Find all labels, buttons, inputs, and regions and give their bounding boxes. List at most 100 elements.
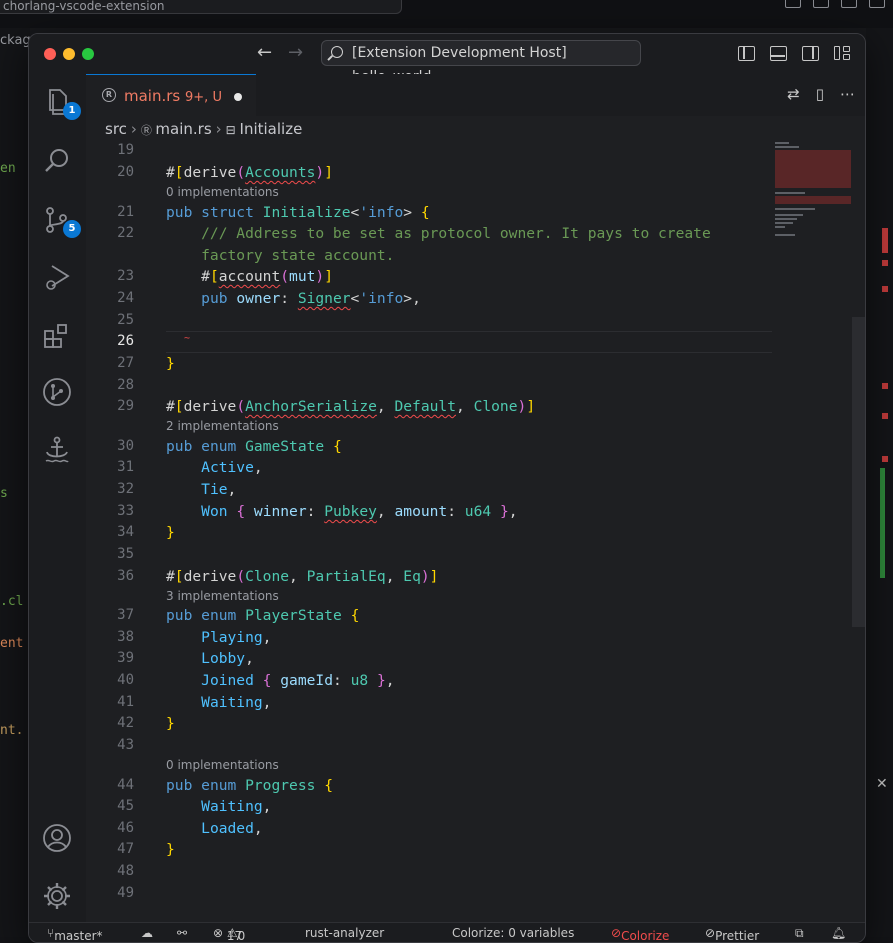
line-number: 39	[117, 650, 134, 666]
sync-icon[interactable]: ☁	[141, 926, 153, 940]
tab-main-rs[interactable]: R main.rs 9+, U	[86, 74, 256, 116]
rust-analyzer-status[interactable]: rust-analyzer	[305, 926, 384, 940]
editor-tab-bar: R main.rs 9+, U ⇄ ▯ ⋯	[86, 74, 865, 116]
close-window-button[interactable]	[44, 48, 56, 60]
git-graph-icon[interactable]	[41, 376, 73, 408]
line-number: 46	[117, 820, 134, 836]
code-line-46: Loaded,	[201, 820, 263, 837]
code-line-33: Won { winner: Pubkey, amount: u64 },	[201, 503, 518, 520]
prettier-status[interactable]: ⊘ Prettier	[705, 926, 759, 942]
line-number: 44	[117, 777, 134, 793]
vertical-scrollbar[interactable]	[852, 317, 865, 627]
codelens-implementations[interactable]: 2 implementations	[166, 419, 279, 433]
line-number: 31	[117, 459, 134, 475]
line-number: 36	[117, 568, 134, 584]
copilot-icon[interactable]: ⧉	[795, 926, 804, 941]
line-number: 21	[117, 204, 134, 220]
extensions-icon[interactable]	[41, 319, 73, 351]
code-line-30: pub enum GameState {	[166, 438, 342, 455]
line-number: 45	[117, 798, 134, 814]
codelens-implementations[interactable]: 0 implementations	[166, 185, 279, 199]
minimize-window-button[interactable]	[63, 48, 75, 60]
code-line-38: Playing,	[201, 629, 272, 646]
run-debug-icon[interactable]	[41, 261, 73, 293]
notifications-icon[interactable]: 🔔︎	[831, 926, 846, 940]
unsaved-dot-icon[interactable]	[234, 93, 242, 101]
line-number: 23	[117, 268, 134, 284]
chevron-right-icon: ›	[130, 120, 137, 138]
search-icon[interactable]	[41, 145, 73, 177]
code-line-40: Joined { gameId: u8 },	[201, 672, 395, 689]
codelens-implementations[interactable]: 3 implementations	[166, 589, 279, 603]
account-icon[interactable]	[41, 822, 73, 854]
background-fragment: nt.	[0, 723, 24, 738]
ports-icon[interactable]: ⚯	[177, 926, 187, 940]
background-sidebar: ckag en s .cl ent nt.	[0, 28, 31, 937]
maximize-window-button[interactable]	[82, 48, 94, 60]
colorize-button[interactable]: ⊘ Colorize	[611, 926, 669, 942]
background-fragment: ent	[0, 636, 24, 651]
toggle-panel-icon[interactable]	[770, 46, 787, 61]
code-line-29: #[derive(AnchorSerialize, Default, Clone…	[166, 398, 536, 415]
branch-icon[interactable]: ⑂ master*	[47, 926, 103, 942]
toggle-primary-sidebar-icon[interactable]	[738, 46, 755, 61]
toggle-secondary-sidebar-icon[interactable]	[802, 46, 819, 61]
code-line-34: }	[166, 524, 175, 541]
explorer-icon[interactable]: 1	[41, 86, 81, 120]
line-number: 37	[117, 607, 134, 623]
error-marker	[882, 286, 888, 292]
line-number: 19	[117, 142, 134, 158]
compare-changes-icon[interactable]: ⇄	[787, 85, 800, 103]
code-line-22-wrap: factory state account.	[166, 247, 395, 264]
code-editor[interactable]: 19 20 21 22 23 24 25 26 27 28 29 30 31 3…	[86, 142, 865, 922]
git-change-marker	[880, 468, 885, 578]
background-tab[interactable]: chorlang-vscode-extension	[0, 0, 402, 14]
error-marker	[882, 456, 888, 462]
code-line-22: /// Address to be set as protocol owner.…	[166, 225, 711, 242]
anchor-icon[interactable]	[41, 434, 73, 466]
more-actions-icon[interactable]: ⋯	[840, 85, 855, 103]
background-right-edge: ✕	[866, 28, 893, 937]
command-center-search[interactable]: [Extension Development Host] hello_world	[321, 40, 641, 85]
error-marker	[882, 260, 888, 266]
colorize-status[interactable]: Colorize: 0 variables	[452, 926, 574, 940]
background-fragment: s	[0, 486, 8, 501]
customize-layout-icon[interactable]	[834, 46, 851, 61]
error-marker	[882, 383, 888, 389]
current-line-highlight	[166, 331, 772, 353]
line-number: 41	[117, 694, 134, 710]
code-line-20: #[derive(Accounts)]	[166, 164, 333, 181]
forward-arrow-icon[interactable]: →	[288, 43, 303, 63]
line-number: 30	[117, 438, 134, 454]
background-titlebar: chorlang-vscode-extension	[0, 0, 893, 28]
split-editor-icon[interactable]: ▯	[816, 85, 824, 103]
line-number: 22	[117, 225, 134, 241]
breadcrumb-file[interactable]: main.rs	[155, 120, 211, 138]
code-line-42: }	[166, 715, 175, 732]
error-marker	[882, 413, 888, 419]
code-line-32: Tie,	[201, 481, 237, 498]
source-control-icon[interactable]: 5	[41, 204, 81, 238]
struct-symbol-icon: ⊟	[225, 123, 240, 137]
line-number: 42	[117, 715, 134, 731]
line-number: 40	[117, 672, 134, 688]
error-marker	[882, 228, 888, 253]
settings-gear-icon[interactable]	[41, 880, 73, 912]
breadcrumb-folder[interactable]: src	[105, 120, 127, 138]
codelens-implementations[interactable]: 0 implementations	[166, 758, 279, 772]
line-number: 26	[117, 333, 134, 349]
code-line-27: }	[166, 355, 175, 372]
back-arrow-icon[interactable]: ←	[257, 43, 272, 63]
error-squiggle: ~	[166, 333, 191, 344]
status-bar: ⑂ master* ☁ ⚯ ⊗ 17 ⚠ 0 rust-analyzer Col…	[29, 922, 865, 942]
line-number: 47	[117, 841, 134, 857]
editor-actions: ⇄ ▯ ⋯	[787, 85, 855, 103]
close-icon[interactable]: ✕	[876, 776, 888, 792]
rust-file-icon: R	[102, 88, 116, 102]
problems-indicator[interactable]: ⊗ 17 ⚠ 0	[213, 926, 245, 942]
minimap[interactable]	[773, 142, 853, 262]
breadcrumb-symbol[interactable]: Initialize	[240, 120, 303, 138]
line-number: 32	[117, 481, 134, 497]
code-line-31: Active,	[201, 459, 263, 476]
code-line-37: pub enum PlayerState {	[166, 607, 360, 624]
